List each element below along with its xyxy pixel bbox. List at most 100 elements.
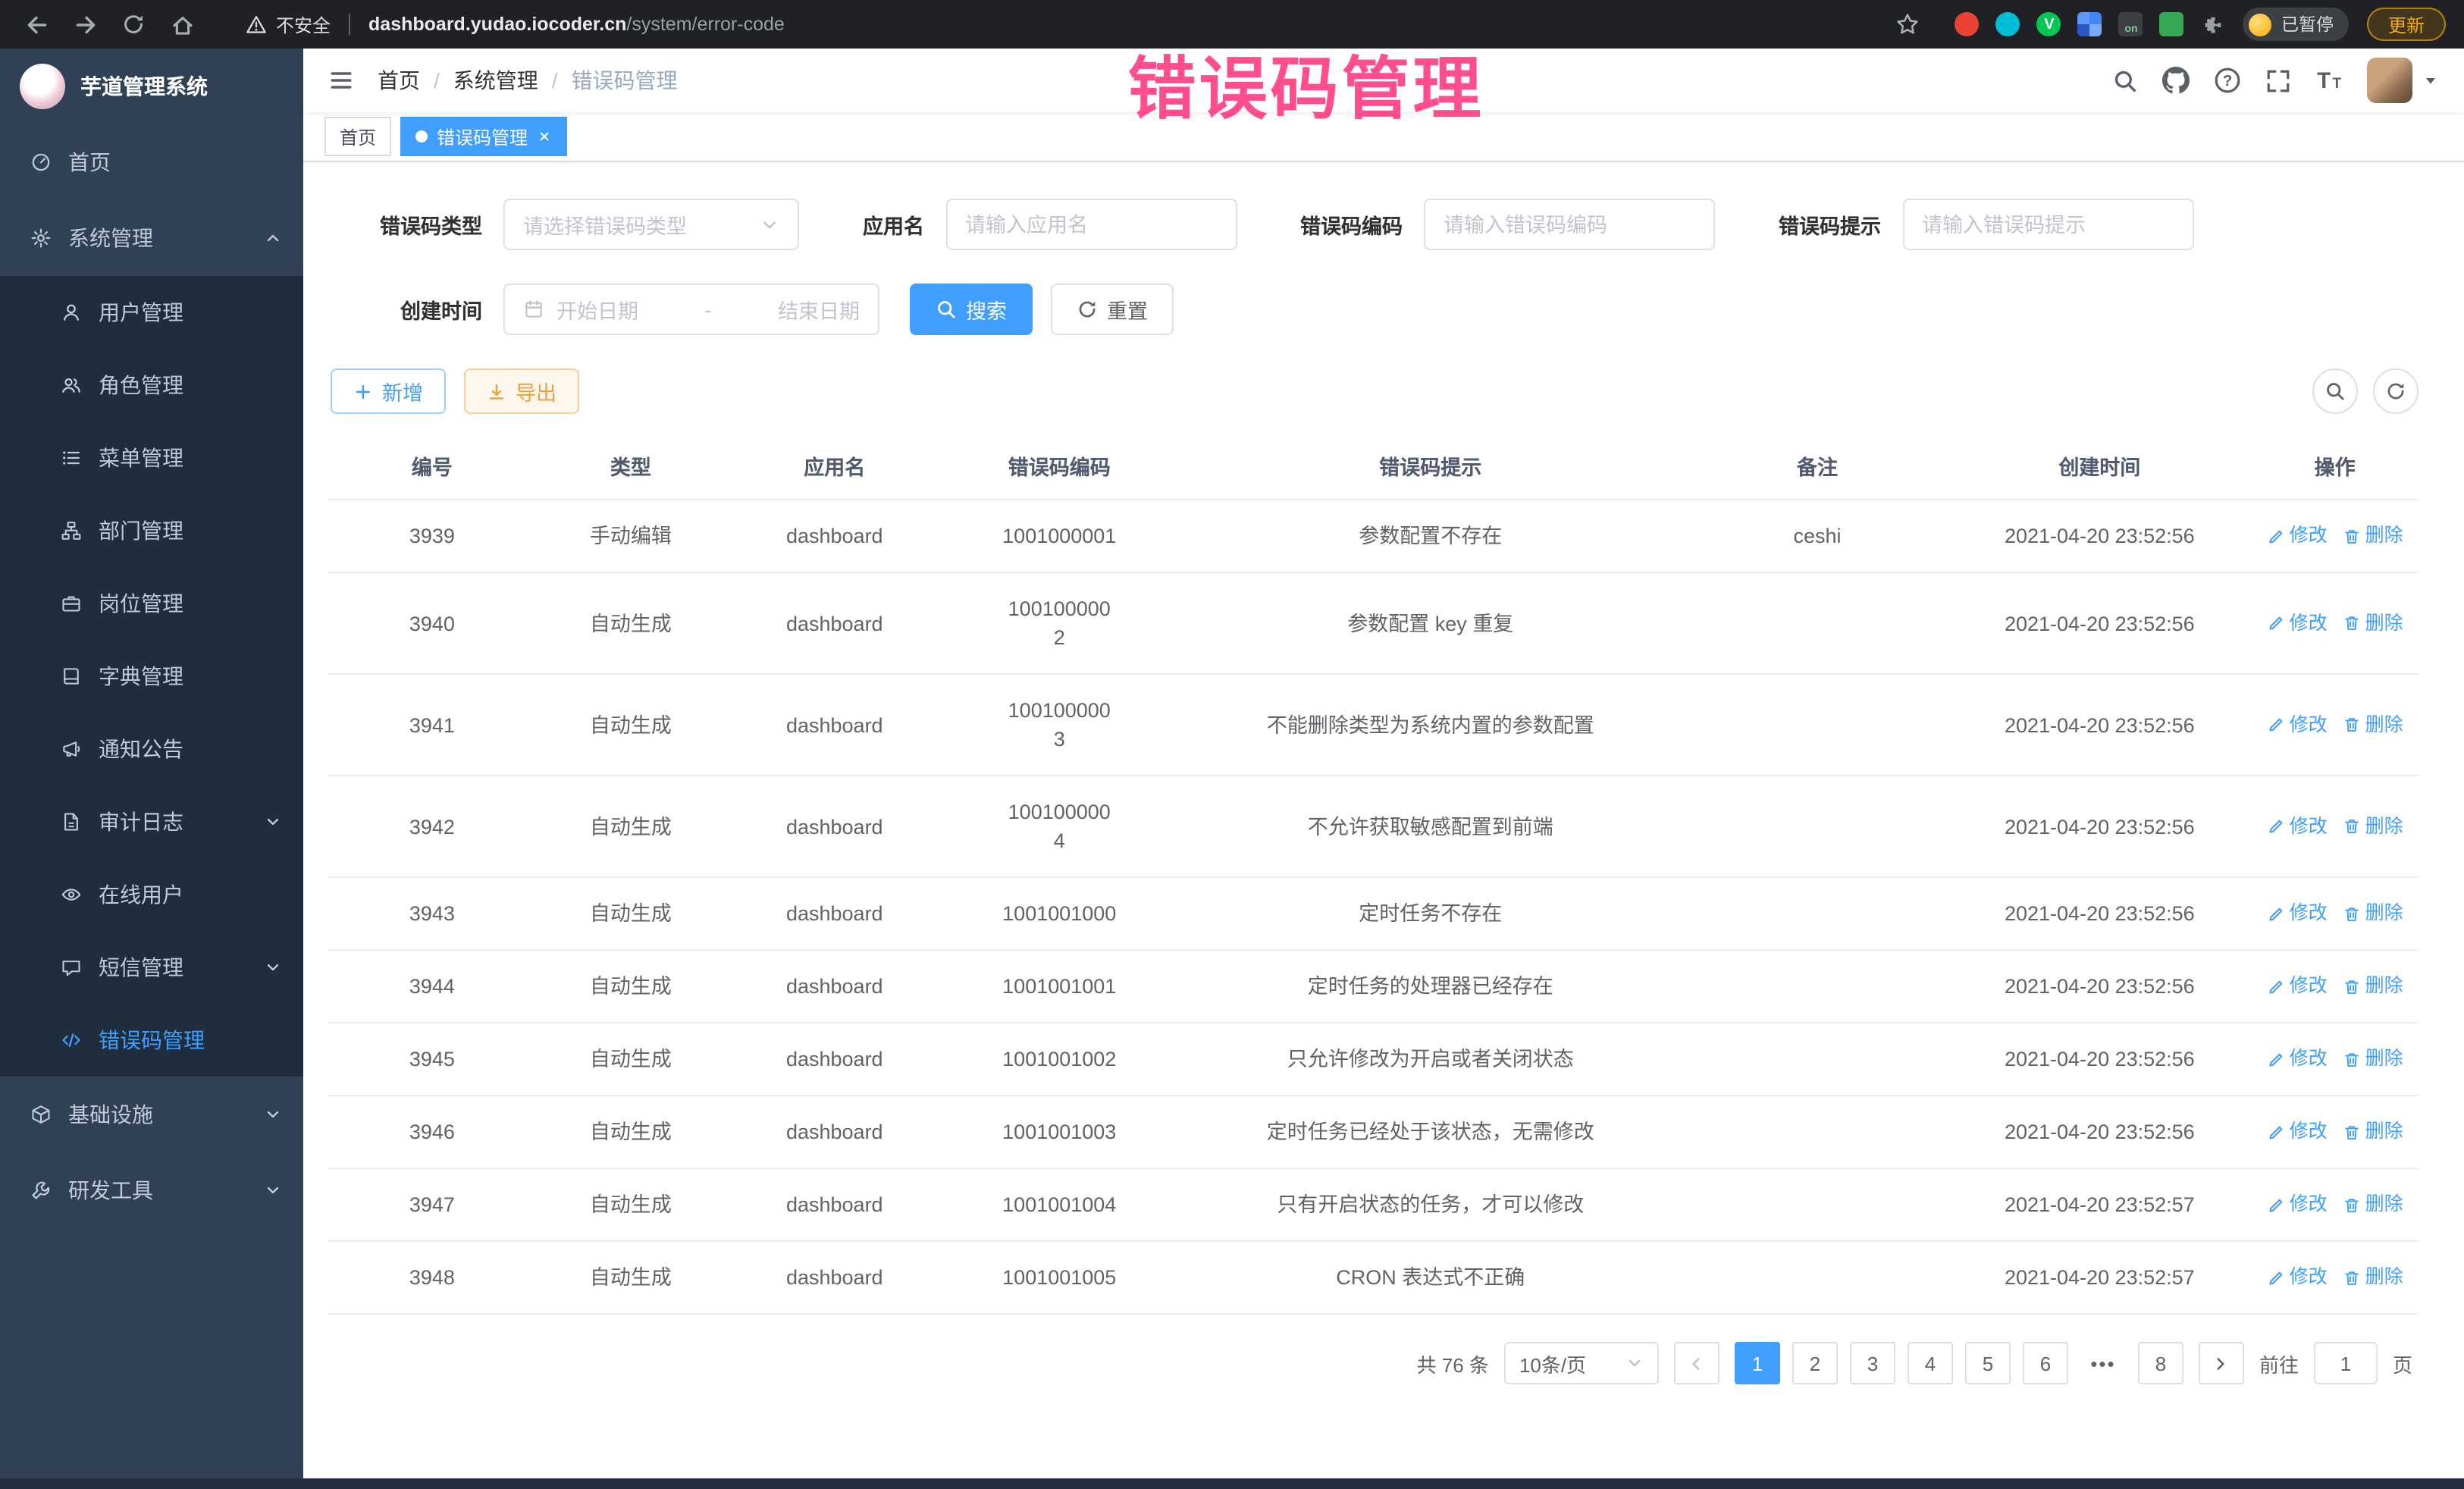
delete-link[interactable]: 删除 xyxy=(2343,522,2403,550)
refresh-table-button[interactable] xyxy=(2373,368,2419,414)
sidebar-item-sms[interactable]: 短信管理 xyxy=(0,931,303,1004)
browser-update-button[interactable]: 更新 xyxy=(2367,8,2446,41)
security-indicator[interactable]: 不安全 xyxy=(246,11,331,37)
search-button[interactable]: 搜索 xyxy=(910,284,1033,335)
sidebar-item-menus[interactable]: 菜单管理 xyxy=(0,422,303,494)
reload-button[interactable] xyxy=(115,6,152,42)
edit-link[interactable]: 修改 xyxy=(2267,1190,2328,1219)
page-button[interactable]: 8 xyxy=(2138,1342,2183,1384)
cell-actions: 修改 删除 xyxy=(2251,675,2419,775)
page-button[interactable]: 5 xyxy=(1965,1342,2011,1384)
cell-id: 3946 xyxy=(328,1096,537,1168)
export-button[interactable]: 导出 xyxy=(464,368,579,414)
sidebar-item-posts[interactable]: 岗位管理 xyxy=(0,567,303,640)
reset-button[interactable]: 重置 xyxy=(1051,284,1174,335)
page-number-list: 1 2 3 4 5 6 ••• 8 xyxy=(1735,1342,2183,1384)
prev-page-button[interactable] xyxy=(1674,1342,1719,1384)
page-button[interactable]: 1 xyxy=(1735,1342,1780,1384)
delete-link[interactable]: 删除 xyxy=(2343,1263,2403,1292)
sidebar-item-dictionary[interactable]: 字典管理 xyxy=(0,640,303,713)
app-name-input[interactable] xyxy=(945,199,1237,250)
delete-link[interactable]: 删除 xyxy=(2343,899,2403,928)
cell-remark xyxy=(1687,776,1948,876)
tag-home[interactable]: 首页 xyxy=(324,117,391,156)
breadcrumb-system[interactable]: 系统管理 xyxy=(453,65,538,96)
extension-icon-teal[interactable] xyxy=(1996,12,2020,36)
back-button[interactable] xyxy=(18,6,55,42)
page-size-select[interactable]: 10条/页 xyxy=(1504,1342,1659,1384)
breadcrumb-home[interactable]: 首页 xyxy=(378,65,420,96)
sidebar-item-dev-tools[interactable]: 研发工具 xyxy=(0,1152,303,1228)
cell-create-time: 2021-04-20 23:52:56 xyxy=(1948,776,2251,876)
edit-link[interactable]: 修改 xyxy=(2267,609,2328,638)
font-size-icon[interactable] xyxy=(2315,67,2343,94)
user-avatar-menu[interactable] xyxy=(2367,58,2440,103)
date-range-picker[interactable]: 开始日期 - 结束日期 xyxy=(503,284,879,335)
sidebar-item-error-code[interactable]: 错误码管理 xyxy=(0,1004,303,1077)
help-icon[interactable] xyxy=(2214,67,2241,94)
edit-link[interactable]: 修改 xyxy=(2267,710,2328,739)
close-tag-icon[interactable] xyxy=(537,129,552,144)
sidebar-item-audit-log[interactable]: 审计日志 xyxy=(0,785,303,858)
delete-link[interactable]: 删除 xyxy=(2343,609,2403,638)
extension-icon-grid[interactable] xyxy=(2078,12,2102,36)
page-button[interactable]: ••• xyxy=(2080,1342,2126,1384)
edit-link[interactable]: 修改 xyxy=(2267,812,2328,841)
error-code-input[interactable] xyxy=(1424,199,1715,250)
toggle-search-button[interactable] xyxy=(2312,368,2358,414)
edit-link[interactable]: 修改 xyxy=(2267,1118,2328,1146)
sidebar-item-infrastructure[interactable]: 基础设施 xyxy=(0,1077,303,1152)
sidebar-item-notices[interactable]: 通知公告 xyxy=(0,713,303,785)
add-button[interactable]: 新增 xyxy=(331,368,446,414)
app-logo[interactable]: 芋道管理系统 xyxy=(0,49,303,124)
error-type-select[interactable]: 请选择错误码类型 xyxy=(503,199,799,250)
fullscreen-icon[interactable] xyxy=(2265,67,2291,93)
sidebar-item-departments[interactable]: 部门管理 xyxy=(0,494,303,567)
edit-link[interactable]: 修改 xyxy=(2267,1045,2328,1074)
sidebar-item-roles[interactable]: 角色管理 xyxy=(0,349,303,422)
page-button[interactable]: 3 xyxy=(1850,1342,1895,1384)
delete-link[interactable]: 删除 xyxy=(2343,1190,2403,1219)
page-button[interactable]: 6 xyxy=(2023,1342,2068,1384)
sidebar-item-users[interactable]: 用户管理 xyxy=(0,276,303,349)
delete-link[interactable]: 删除 xyxy=(2343,972,2403,1001)
profile-paused-chip[interactable]: 已暂停 xyxy=(2243,8,2349,41)
edit-link[interactable]: 修改 xyxy=(2267,899,2328,928)
cell-code: 1001001001 xyxy=(945,951,1174,1022)
edit-link[interactable]: 修改 xyxy=(2267,1263,2328,1292)
delete-link[interactable]: 删除 xyxy=(2343,1045,2403,1074)
sidebar-item-home[interactable]: 首页 xyxy=(0,124,303,200)
delete-link[interactable]: 删除 xyxy=(2343,812,2403,841)
hamburger-toggle[interactable] xyxy=(328,67,355,94)
trash-icon xyxy=(2343,614,2361,632)
delete-link[interactable]: 删除 xyxy=(2343,1118,2403,1146)
page-button[interactable]: 2 xyxy=(1792,1342,1838,1384)
header-search-icon[interactable] xyxy=(2112,67,2138,93)
next-page-button[interactable] xyxy=(2199,1342,2244,1384)
cell-remark xyxy=(1687,1242,1948,1313)
address-bar[interactable]: dashboard.yudao.iocoder.cn/system/error-… xyxy=(368,14,785,35)
error-message-input[interactable] xyxy=(1902,199,2193,250)
home-button[interactable] xyxy=(164,6,200,42)
extension-icon-red[interactable] xyxy=(1955,12,1980,36)
sidebar-item-label: 部门管理 xyxy=(99,516,282,546)
goto-page-input[interactable] xyxy=(2314,1342,2378,1384)
filter-label: 错误码类型 xyxy=(361,209,482,240)
sidebar-item-system[interactable]: 系统管理 xyxy=(0,200,303,276)
edit-link[interactable]: 修改 xyxy=(2267,972,2328,1001)
edit-link[interactable]: 修改 xyxy=(2267,522,2328,550)
github-icon[interactable] xyxy=(2162,67,2190,94)
extension-icon-leaf[interactable] xyxy=(2160,12,2184,36)
on-badge-label: on xyxy=(2124,23,2137,36)
sidebar-item-label: 研发工具 xyxy=(68,1175,247,1205)
delete-link[interactable]: 删除 xyxy=(2343,710,2403,739)
forward-button[interactable] xyxy=(67,6,103,42)
trash-icon xyxy=(2343,1196,2361,1214)
page-button[interactable]: 4 xyxy=(1908,1342,1953,1384)
bookmark-star-button[interactable] xyxy=(1890,6,1926,42)
sidebar-item-online-users[interactable]: 在线用户 xyxy=(0,858,303,931)
extensions-puzzle-icon[interactable] xyxy=(2201,12,2225,36)
extension-icon-green-v[interactable]: V xyxy=(2037,12,2061,36)
extension-icon-on-badge[interactable]: on xyxy=(2119,12,2143,36)
tag-error-code-active[interactable]: 错误码管理 xyxy=(400,117,567,156)
